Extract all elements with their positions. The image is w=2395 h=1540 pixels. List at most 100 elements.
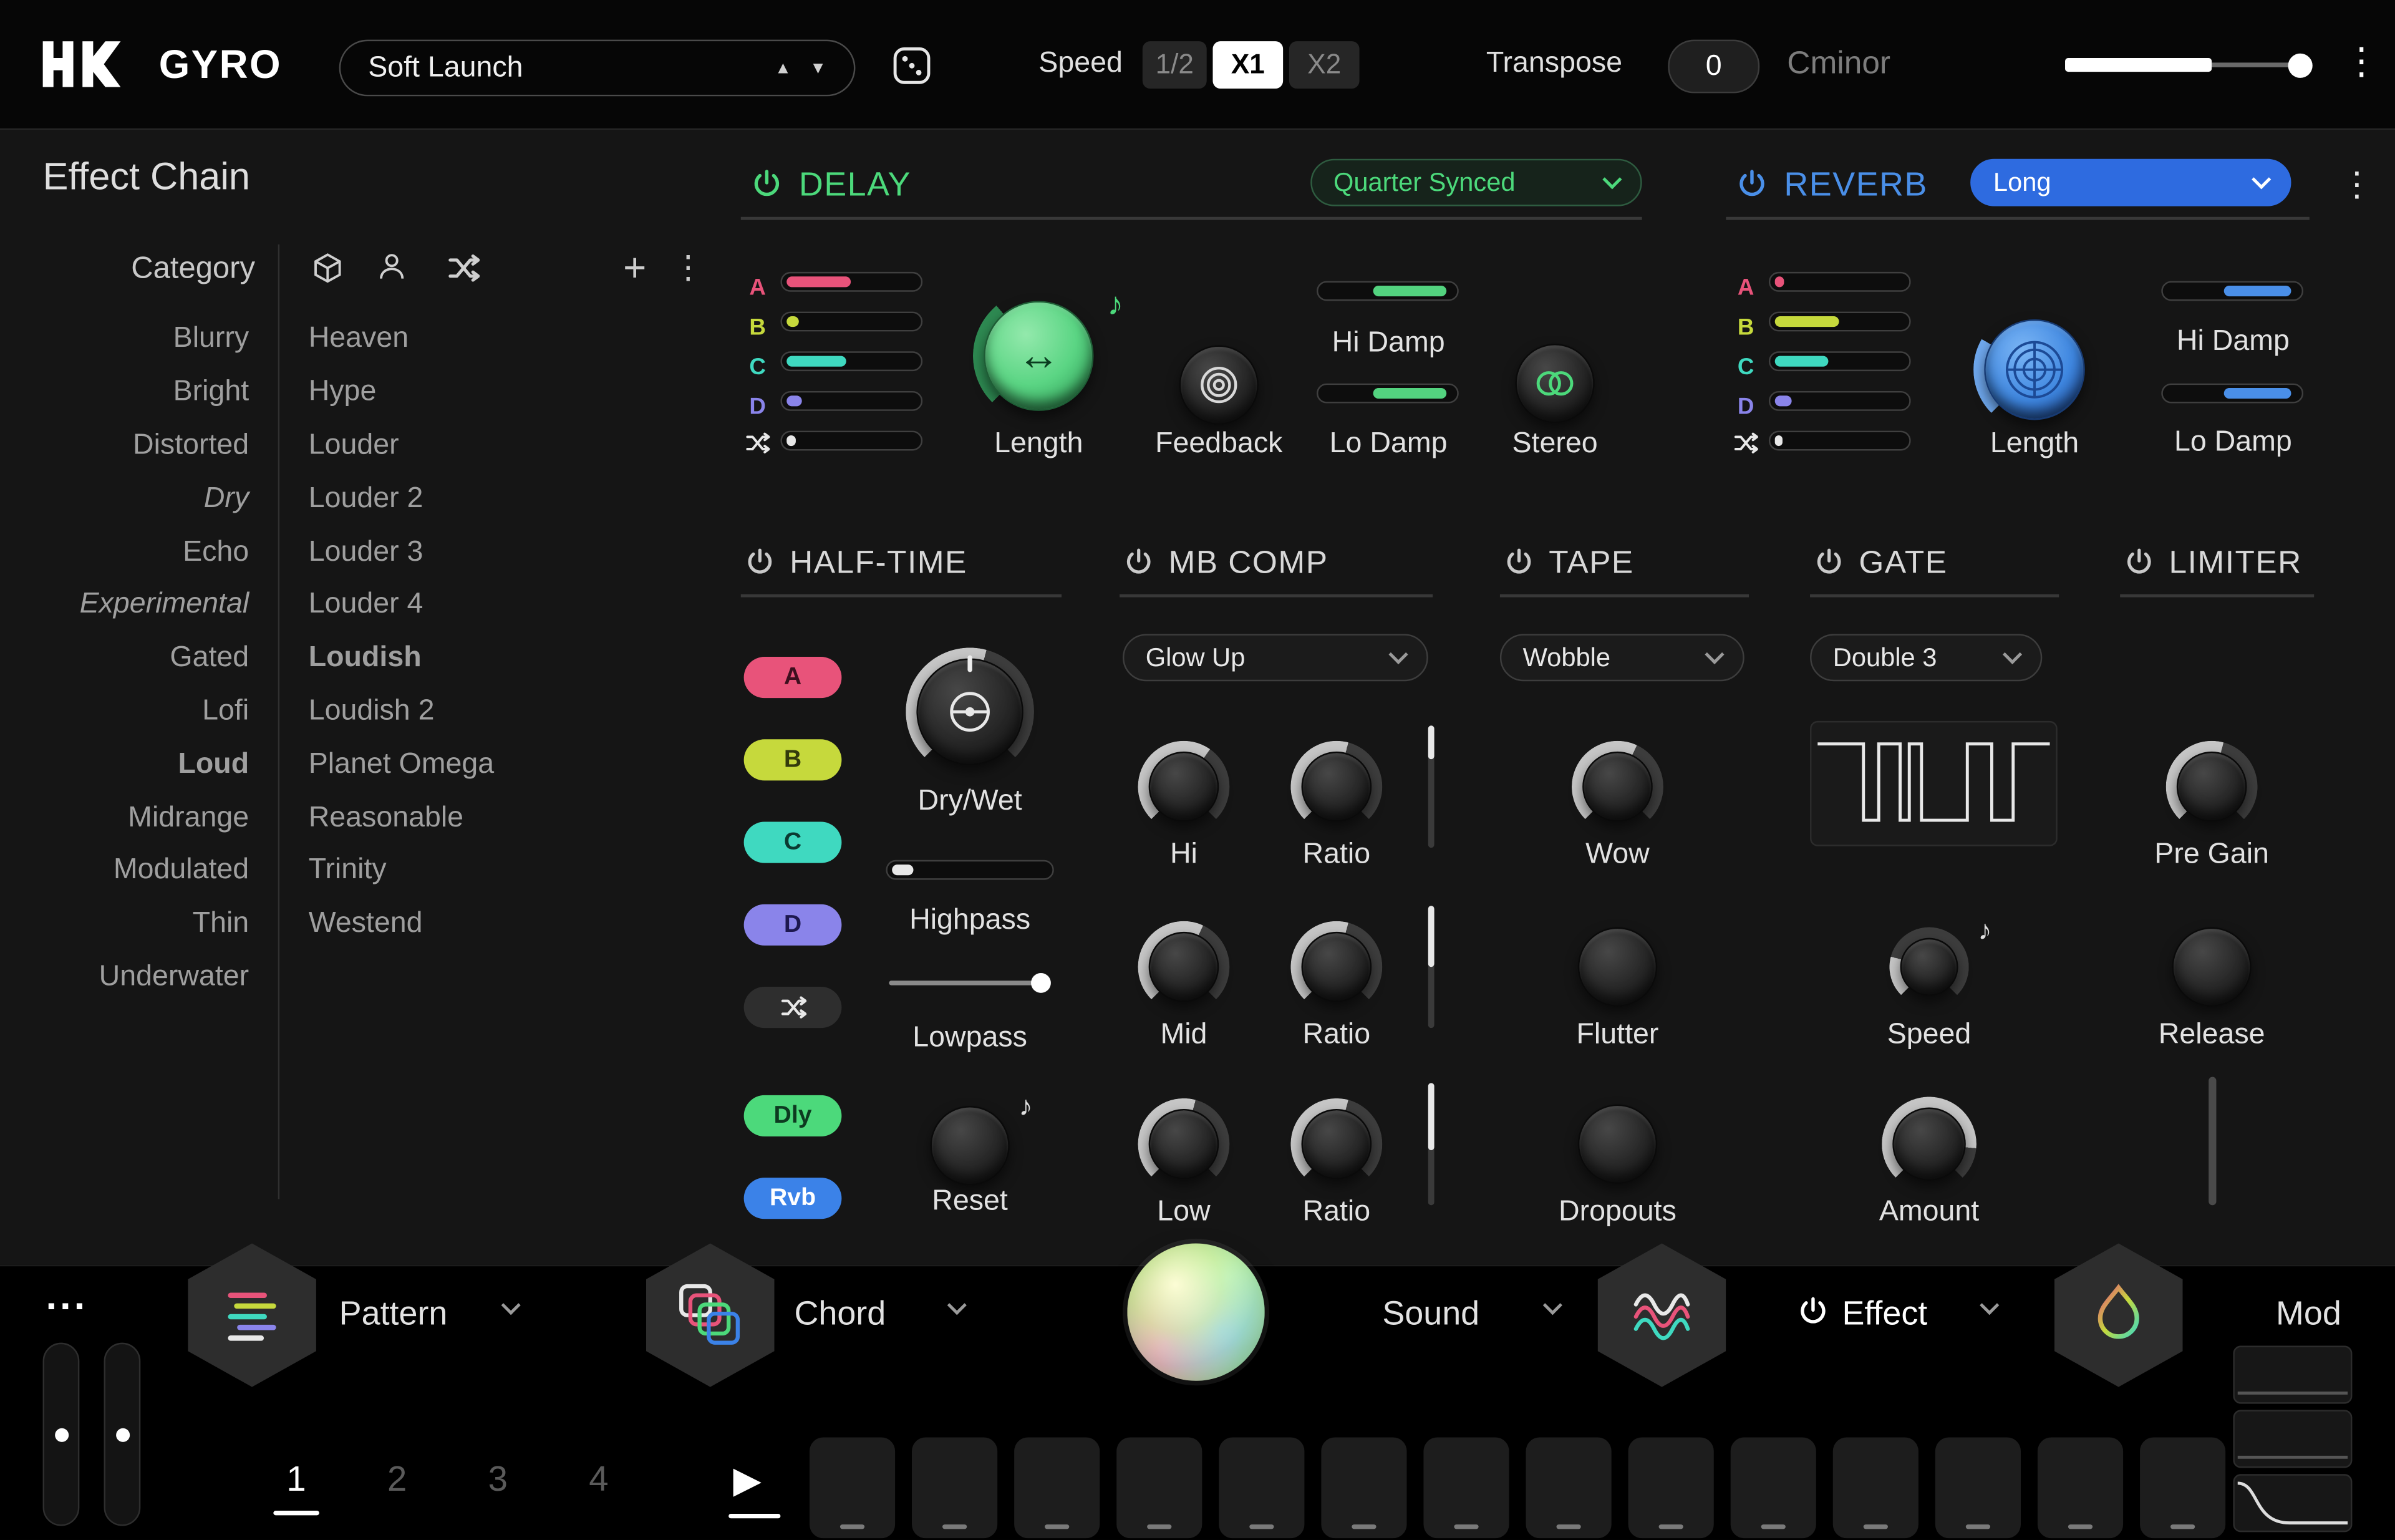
delay-row-d-slider[interactable]: [780, 391, 922, 411]
halftime-power-icon[interactable]: [744, 547, 776, 579]
step-2-button[interactable]: 2: [377, 1459, 417, 1500]
step-4-button[interactable]: 4: [579, 1459, 619, 1500]
reverb-power-icon[interactable]: [1735, 168, 1769, 201]
seq-cell[interactable]: [1219, 1437, 1304, 1538]
delay-row-c-slider[interactable]: [780, 351, 922, 371]
category-item[interactable]: Blurry: [0, 313, 249, 366]
seq-cell[interactable]: [1628, 1437, 1714, 1538]
tape-dropouts-knob[interactable]: [1578, 1105, 1657, 1184]
env-display-2[interactable]: [2233, 1410, 2352, 1468]
gate-speed-knob[interactable]: [1889, 927, 1968, 1007]
mod-label[interactable]: Mod: [2276, 1294, 2341, 1334]
chord-hexagon[interactable]: [646, 1243, 775, 1387]
tape-wow-knob[interactable]: [1572, 741, 1663, 833]
delay-mode-dropdown[interactable]: Quarter Synced: [1310, 159, 1642, 206]
pitch-wheel[interactable]: [43, 1343, 80, 1526]
effect-power-icon[interactable]: [1796, 1295, 1830, 1329]
preset-item[interactable]: Heaven: [309, 313, 629, 366]
step-3-button[interactable]: 3: [478, 1459, 518, 1500]
preset-down-icon[interactable]: ▼: [810, 59, 826, 77]
effect-chevron-icon[interactable]: [1980, 1295, 1999, 1315]
shuffle-presets-icon[interactable]: [448, 252, 480, 284]
seq-cell[interactable]: [1935, 1437, 2021, 1538]
pattern-hexagon[interactable]: [188, 1243, 316, 1387]
chord-label[interactable]: Chord: [794, 1294, 886, 1334]
mbcomp-hi-ratio-knob[interactable]: [1290, 741, 1382, 833]
preset-item[interactable]: Louder 4: [309, 579, 629, 632]
preset-menu-kebab-icon[interactable]: ⋮: [672, 249, 704, 287]
preset-item[interactable]: Westend: [309, 898, 629, 951]
mbcomp-hi-knob[interactable]: [1138, 741, 1229, 833]
seq-cell[interactable]: [2038, 1437, 2123, 1538]
category-item[interactable]: Distorted: [0, 419, 249, 472]
delay-length-knob[interactable]: ↔: [973, 290, 1105, 422]
category-item[interactable]: Midrange: [0, 792, 249, 845]
limiter-release-knob[interactable]: [2172, 927, 2251, 1007]
delay-feedback-knob[interactable]: [1179, 345, 1259, 424]
reverb-row-d-slider[interactable]: [1769, 391, 1911, 411]
reverb-hi-damp-slider[interactable]: [2161, 281, 2303, 301]
tape-flutter-knob[interactable]: [1578, 927, 1657, 1007]
dice-icon[interactable]: [891, 44, 934, 87]
halftime-pill-dly[interactable]: Dly: [744, 1095, 842, 1136]
category-item[interactable]: Lofi: [0, 685, 249, 739]
reverb-mode-dropdown[interactable]: Long: [1970, 159, 2291, 206]
reverb-kebab-icon[interactable]: ⋮: [2340, 165, 2374, 205]
delay-row-shuffle-slider[interactable]: [780, 431, 922, 451]
delay-lo-damp-slider[interactable]: [1317, 384, 1459, 404]
reverb-lo-damp-slider[interactable]: [2161, 384, 2303, 404]
seq-cell[interactable]: [1321, 1437, 1406, 1538]
preset-item-selected[interactable]: Loudish: [309, 632, 629, 685]
mbcomp-power-icon[interactable]: [1123, 547, 1154, 579]
topbar-kebab-icon[interactable]: ⋮: [2343, 40, 2380, 84]
env-display-3[interactable]: [2233, 1474, 2352, 1532]
volume-handle[interactable]: [2288, 54, 2313, 78]
seq-cell[interactable]: [2140, 1437, 2225, 1538]
delay-stereo-knob[interactable]: [1515, 344, 1594, 423]
seq-cell[interactable]: [1423, 1437, 1509, 1538]
sound-hexagon[interactable]: [1598, 1243, 1726, 1387]
seq-cell[interactable]: [1833, 1437, 1918, 1538]
halftime-highpass-slider[interactable]: [886, 860, 1053, 880]
seq-cell[interactable]: [1526, 1437, 1612, 1538]
tape-mode-dropdown[interactable]: Wobble: [1500, 634, 1744, 681]
delay-hi-damp-slider[interactable]: [1317, 281, 1459, 301]
halftime-drywet-knob[interactable]: [906, 647, 1034, 776]
preset-item[interactable]: Louder 2: [309, 473, 629, 526]
step-1-button[interactable]: 1: [276, 1459, 316, 1500]
halftime-lowpass-slider[interactable]: [889, 972, 1053, 993]
sound-chevron-icon[interactable]: [1543, 1295, 1562, 1315]
mbcomp-mid-knob[interactable]: [1138, 921, 1229, 1013]
mbcomp-low-knob[interactable]: [1138, 1098, 1229, 1190]
speed-x1-button[interactable]: X1: [1212, 41, 1283, 89]
mbcomp-mode-dropdown[interactable]: Glow Up: [1123, 634, 1428, 681]
factory-presets-icon[interactable]: [312, 252, 344, 284]
category-item[interactable]: Experimental: [0, 579, 249, 632]
speed-x2-button[interactable]: X2: [1289, 41, 1360, 89]
preset-item[interactable]: Hype: [309, 366, 629, 419]
seq-cell[interactable]: [810, 1437, 895, 1538]
preset-item[interactable]: Trinity: [309, 845, 629, 898]
category-item-selected[interactable]: Loud: [0, 739, 249, 792]
seq-cell[interactable]: [912, 1437, 997, 1538]
lowpass-handle[interactable]: [1031, 973, 1051, 993]
category-item[interactable]: Modulated: [0, 845, 249, 898]
preset-up-icon[interactable]: ▲: [775, 59, 791, 77]
halftime-reset-knob[interactable]: [930, 1106, 1009, 1185]
mbcomp-low-ratio-knob[interactable]: [1290, 1098, 1382, 1190]
tape-power-icon[interactable]: [1503, 547, 1535, 579]
category-item[interactable]: Gated: [0, 632, 249, 685]
add-preset-icon[interactable]: +: [623, 245, 646, 292]
delay-row-b-slider[interactable]: [780, 312, 922, 332]
reverb-row-a-slider[interactable]: [1769, 272, 1911, 292]
bottom-menu-dots[interactable]: ...: [46, 1272, 88, 1320]
delay-row-a-slider[interactable]: [780, 272, 922, 292]
seq-cell[interactable]: [1014, 1437, 1100, 1538]
preset-item[interactable]: Planet Omega: [309, 739, 629, 792]
preset-item[interactable]: Louder 3: [309, 526, 629, 579]
speed-half-button[interactable]: 1/2: [1143, 41, 1207, 89]
macro-sphere[interactable]: [1127, 1243, 1264, 1380]
gate-power-icon[interactable]: [1813, 547, 1845, 579]
reverb-length-knob[interactable]: [1973, 309, 2096, 431]
category-item[interactable]: Underwater: [0, 951, 249, 1004]
